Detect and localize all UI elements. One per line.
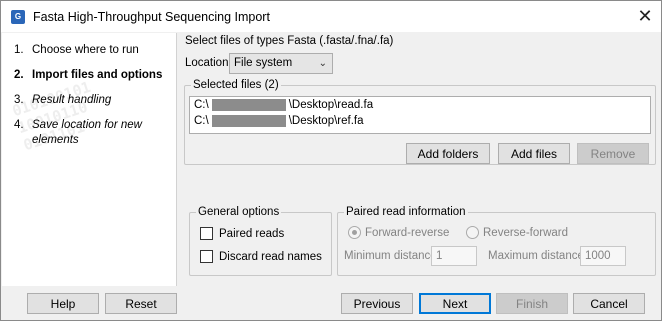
max-distance-input[interactable]: 1000 (580, 246, 626, 266)
step-result-handling: 3. Result handling (14, 94, 112, 106)
paired-read-info-title: Paired read information (344, 205, 468, 219)
previous-button[interactable]: Previous (341, 293, 413, 314)
chevron-down-icon: ⌄ (318, 58, 327, 69)
radio-circle[interactable] (466, 226, 479, 239)
general-options-title: General options (196, 205, 282, 219)
wizard-steps-panel: 010100101 10010110 0101101 1. Choose where… (2, 33, 177, 286)
redacted-path (211, 114, 286, 127)
window-title: Fasta High-Throughput Sequencing Import (33, 10, 270, 24)
general-options-group: General options Paired reads Discard rea… (189, 205, 332, 276)
remove-button[interactable]: Remove (577, 143, 649, 164)
file-types-text: Select files of types Fasta (.fasta/.fna… (185, 35, 394, 47)
min-distance-input[interactable]: 1 (431, 246, 477, 266)
checkbox-box[interactable] (200, 227, 213, 240)
close-icon[interactable]: ✕ (629, 1, 661, 32)
discard-read-names-checkbox[interactable]: Discard read names (200, 250, 322, 263)
reverse-forward-radio[interactable]: Reverse-forward (466, 226, 568, 239)
add-files-button[interactable]: Add files (498, 143, 570, 164)
redacted-path (211, 98, 286, 111)
reset-button[interactable]: Reset (105, 293, 177, 314)
add-folders-button[interactable]: Add folders (406, 143, 490, 164)
step-choose-where-to-run: 1. Choose where to run (14, 44, 139, 56)
finish-button[interactable]: Finish (496, 293, 568, 314)
location-select[interactable]: File system ⌄ (229, 53, 333, 74)
forward-reverse-radio[interactable]: Forward-reverse (348, 226, 449, 239)
radio-circle[interactable] (348, 226, 361, 239)
file-row[interactable]: C:\ \Desktop\read.fa (190, 97, 650, 113)
selected-files-group: Selected files (2) C:\ \Desktop\read.fa C… (184, 78, 656, 165)
wizard-steps: 1. Choose where to run 2. Import files a… (14, 43, 174, 158)
max-distance-label: Maximum distance (488, 250, 584, 262)
step-save-location: 4. Save location for new elements (14, 119, 142, 146)
clc-app-icon: G (11, 10, 25, 24)
location-label: Location (185, 57, 229, 69)
cancel-button[interactable]: Cancel (573, 293, 645, 314)
import-dialog: G Fasta High-Throughput Sequencing Impor… (0, 0, 662, 321)
next-button[interactable]: Next (419, 293, 491, 314)
step-import-files-and-options: 2. Import files and options (14, 69, 163, 81)
checkbox-box[interactable] (200, 250, 213, 263)
paired-reads-checkbox[interactable]: Paired reads (200, 227, 284, 240)
paired-read-info-group: Paired read information Forward-reverse … (337, 205, 656, 276)
help-button[interactable]: Help (27, 293, 99, 314)
main-panel: Select files of types Fasta (.fasta/.fna… (179, 33, 661, 286)
dialog-footer: Help Reset Previous Next Finish Cancel (1, 287, 661, 320)
min-distance-label: Minimum distance (344, 250, 437, 262)
file-row[interactable]: C:\ \Desktop\ref.fa (190, 113, 650, 129)
title-bar: G Fasta High-Throughput Sequencing Impor… (1, 1, 661, 32)
selected-files-list[interactable]: C:\ \Desktop\read.fa C:\ \Desktop\ref.fa (189, 96, 651, 134)
selected-files-title: Selected files (2) (191, 78, 281, 92)
